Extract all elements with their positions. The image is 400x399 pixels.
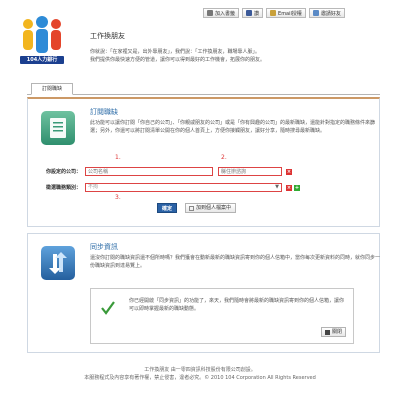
email-auth-button[interactable]: Email授權 (266, 8, 306, 18)
checklist-icon (41, 111, 75, 145)
logo-badge: 104人力銀行 (20, 56, 64, 64)
step-marker-2: 2. (221, 154, 227, 161)
close-label: 關閉 (331, 329, 342, 335)
region-input[interactable] (218, 167, 282, 176)
subscribe-description: 此功能可以讓你訂閱「你自己的公司」、「你親戚朋友的公司」或是「你有興趣的公司」的… (90, 120, 376, 134)
category-select[interactable]: 不拘 ▼ (85, 183, 282, 192)
chevron-down-icon: ▼ (275, 184, 279, 190)
remove-company-icon[interactable]: × (286, 168, 292, 175)
sync-notice-box: 你已經開啟「同步資訊」的功能了，來天，我們隨時會將最新的職缺資訊寄到你的個人信箱… (90, 288, 354, 344)
category-label: 徵選職務類別： (45, 185, 81, 191)
close-button[interactable]: 關閉 (320, 327, 346, 337)
subscribe-title: 訂閱職缺 (90, 108, 118, 116)
sync-notice-text: 你已經開啟「同步資訊」的功能了，來天，我們隨時會將最新的職缺資訊寄到你的個人信箱… (129, 298, 345, 312)
add-bookmark-label: 加入書籤 (215, 10, 236, 17)
sync-arrows-icon (41, 246, 75, 280)
add-category-icon[interactable]: + (294, 184, 300, 191)
top-toolbar: 加入書籤 讚 Email授權 邀請好友 (203, 8, 345, 18)
people-logo-icon (23, 16, 61, 53)
bookmark-icon (207, 10, 213, 16)
add-to-profile-button[interactable]: 加到個人檔案中 (185, 203, 237, 213)
step-marker-3: 3. (115, 194, 121, 201)
intro-line-1: 你就說：「在家裡又是，出外靠朋友」，我們說：「工作換朋友，職場靠人脈」。 (90, 49, 261, 55)
sync-panel: 同步資訊 還沒你訂閱的職缺資訊還不個所時嗎？我們獲會在動新最新的職缺資訊寄到你的… (27, 233, 380, 353)
sync-description: 還沒你訂閱的職缺資訊還不個所時嗎？我們獲會在動新最新的職缺資訊寄到你的個人信箱中… (90, 255, 381, 269)
category-row: 徵選職務類別： 不拘 ▼ × + (28, 183, 300, 192)
footer: 工作換朋友 由一零四資訊科技股份有限公司創設。 本服務程式及內容享有著作權，禁止… (0, 366, 400, 382)
facebook-like-label: 讚 (254, 10, 260, 17)
step-marker-1: 1. (115, 154, 121, 161)
add-to-profile-label: 加到個人檔案中 (196, 205, 232, 211)
company-label: 你設定的公司： (45, 169, 81, 175)
confirm-button[interactable]: 確定 (157, 203, 178, 213)
intro-line-2: 我們提供你最快速方便的管道，讓你可以得到最好的工作機會，拓展你的朋友。 (90, 57, 266, 63)
close-icon (324, 329, 330, 335)
user-icon (312, 10, 319, 16)
checkbox-icon (189, 205, 194, 211)
footer-line-1: 工作換朋友 由一零四資訊科技股份有限公司創設。 (144, 367, 256, 373)
facebook-icon (246, 10, 253, 16)
page-title: 工作換朋友 (90, 32, 125, 40)
company-row: 你設定的公司： × (28, 167, 292, 176)
facebook-like-button[interactable]: 讚 (242, 8, 264, 18)
email-auth-label: Email授權 (278, 10, 302, 17)
footer-line-2: 本服務程式及內容享有著作權，禁止侵害，違者必究。© 2010 104 Corpo… (84, 375, 316, 381)
tab-subscribe-jobs[interactable]: 訂閱職缺 (31, 83, 73, 95)
intro-section: 工作換朋友 你就說：「在家裡又是，出外靠朋友」，我們說：「工作換朋友，職場靠人脈… (90, 31, 380, 64)
invite-friends-button[interactable]: 邀請好友 (308, 8, 345, 18)
site-logo[interactable]: 104人力銀行 (20, 15, 64, 65)
checkmark-icon (101, 301, 115, 315)
remove-category-icon[interactable]: × (286, 184, 292, 191)
sync-title: 同步資訊 (90, 243, 118, 251)
category-value: 不拘 (88, 184, 99, 190)
invite-friends-label: 邀請好友 (320, 10, 341, 17)
company-name-input[interactable] (85, 167, 213, 176)
add-bookmark-button[interactable]: 加入書籤 (203, 8, 240, 18)
subscribe-panel: 訂閱職缺 此功能可以讓你訂閱「你自己的公司」、「你親戚朋友的公司」或是「你有興趣… (27, 97, 380, 227)
mail-icon (270, 10, 277, 16)
tab-bar: 訂閱職缺 (27, 83, 380, 95)
